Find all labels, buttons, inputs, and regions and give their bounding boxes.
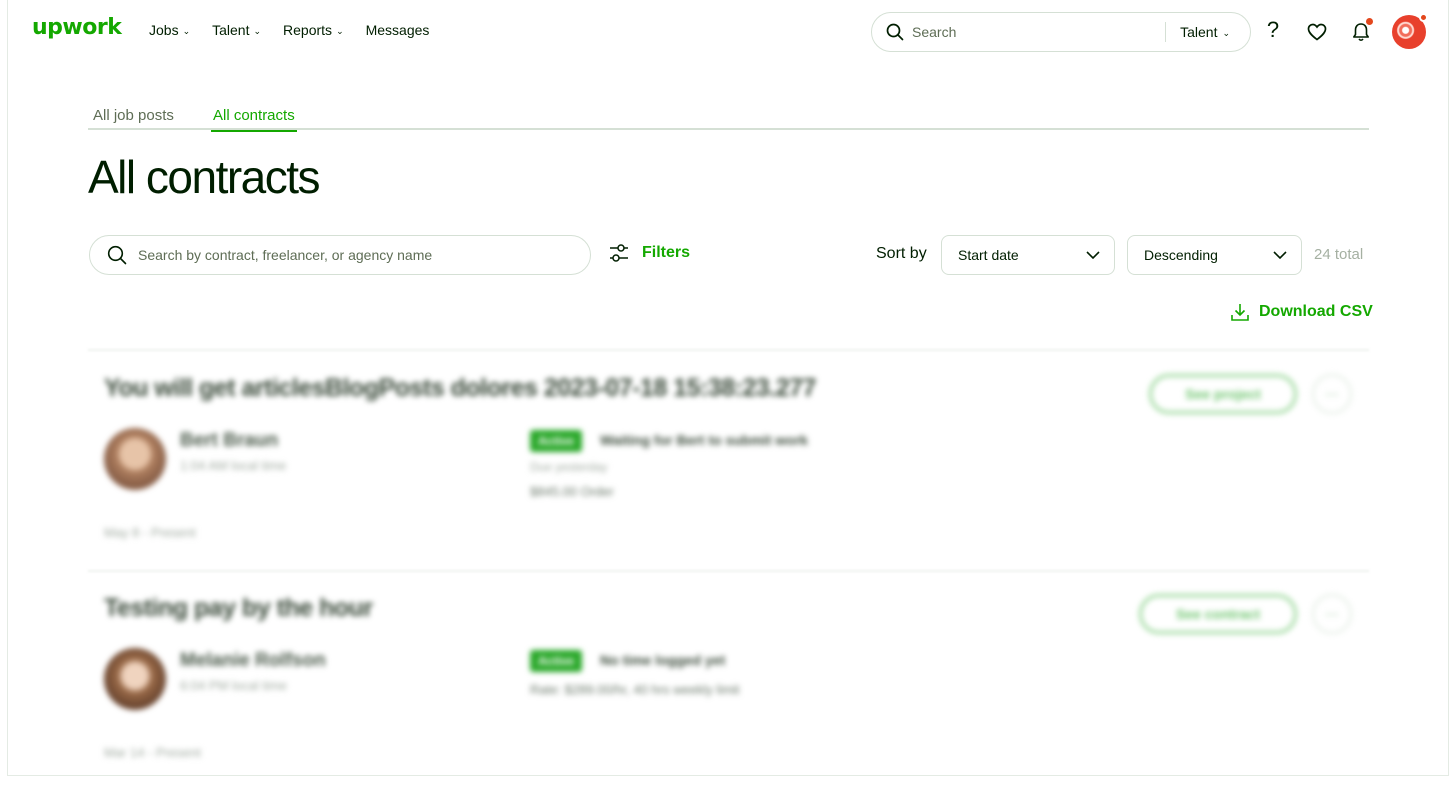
contract-status-text: Waiting for Bert to submit work xyxy=(600,432,808,448)
freelancer-local-time: 6:04 PM local time xyxy=(180,678,287,693)
contract-title[interactable]: Testing pay by the hour xyxy=(104,594,373,623)
notification-dot xyxy=(1366,18,1373,25)
chevron-down-icon: ⌄ xyxy=(1222,27,1230,38)
more-options-button[interactable]: ⋯ xyxy=(1312,594,1352,634)
contract-row: Testing pay by the hour Melanie Rolfson … xyxy=(88,570,1369,775)
freelancer-avatar xyxy=(104,648,166,710)
chevron-down-icon: ⌄ xyxy=(253,25,262,36)
nav-reports-label: Reports xyxy=(283,22,333,38)
chevron-down-icon: ⌄ xyxy=(336,25,344,36)
see-project-button[interactable]: See project xyxy=(1149,374,1297,414)
contract-amount: $845.00 Order xyxy=(530,484,614,499)
tab-all-job-posts[interactable]: All job posts xyxy=(93,107,174,124)
chevron-down-icon: ⌄ xyxy=(182,25,191,36)
heart-icon[interactable] xyxy=(1303,18,1331,46)
avatar[interactable] xyxy=(1392,13,1428,49)
contract-title[interactable]: You will get articlesBlogPosts dolores 2… xyxy=(104,374,816,403)
upwork-logo[interactable]: upwork xyxy=(32,15,122,40)
top-navigation: upwork Jobs ⌄ Talent ⌄ Reports ⌄ Messages S… xyxy=(8,0,1448,64)
freelancer-avatar xyxy=(104,428,166,490)
chevron-down-icon xyxy=(1273,251,1287,259)
chevron-down-icon xyxy=(1086,251,1100,259)
download-icon xyxy=(1231,304,1249,321)
nav-talent[interactable]: Talent ⌄ xyxy=(212,22,261,38)
download-csv-label: Download CSV xyxy=(1259,303,1373,320)
global-search[interactable]: Search Talent ⌄ xyxy=(871,12,1251,52)
search-icon xyxy=(886,23,904,41)
search-icon xyxy=(107,245,127,265)
sort-by-label: Sort by xyxy=(876,245,927,262)
tab-bar: All job posts All contracts xyxy=(88,102,1369,132)
contract-search-input[interactable] xyxy=(138,247,558,263)
nav-jobs-label: Jobs xyxy=(149,22,179,38)
nav-messages-label: Messages xyxy=(365,22,430,38)
total-count: 24 total xyxy=(1314,246,1364,263)
contract-dates: May 8 - Present xyxy=(104,525,196,540)
search-scope-dropdown[interactable]: Talent ⌄ xyxy=(1166,24,1250,40)
filters-icon xyxy=(610,244,628,262)
sort-field-value: Start date xyxy=(958,247,1019,263)
freelancer-name[interactable]: Melanie Rolfson xyxy=(180,650,326,672)
search-scope-label: Talent xyxy=(1180,24,1218,40)
nav-talent-label: Talent xyxy=(212,22,250,38)
sort-order-select[interactable]: Descending xyxy=(1127,235,1302,275)
sort-order-value: Descending xyxy=(1144,247,1218,263)
filters-button[interactable]: Filters xyxy=(608,242,690,264)
nav-jobs[interactable]: Jobs ⌄ xyxy=(149,22,190,38)
status-badge: Active xyxy=(530,430,583,452)
freelancer-name[interactable]: Bert Braun xyxy=(180,430,278,452)
status-badge: Active xyxy=(530,650,583,672)
contract-dates: Mar 14 - Present xyxy=(104,745,201,760)
download-csv-button[interactable]: Download CSV xyxy=(1230,302,1373,322)
filters-label: Filters xyxy=(642,244,691,261)
see-contract-button[interactable]: See contract xyxy=(1139,594,1297,634)
sort-field-select[interactable]: Start date xyxy=(941,235,1115,275)
nav-reports[interactable]: Reports ⌄ xyxy=(283,22,344,38)
tab-all-contracts[interactable]: All contracts xyxy=(211,107,297,132)
notification-dot xyxy=(1419,13,1428,22)
more-options-button[interactable]: ⋯ xyxy=(1312,374,1352,414)
app-window: upwork Jobs ⌄ Talent ⌄ Reports ⌄ Messages S… xyxy=(7,0,1449,776)
contract-search xyxy=(89,235,591,275)
nav-messages[interactable]: Messages xyxy=(366,22,430,38)
page-title: All contracts xyxy=(88,151,321,203)
contract-row: You will get articlesBlogPosts dolores 2… xyxy=(88,350,1369,570)
global-search-input[interactable]: Search xyxy=(912,24,1165,40)
help-icon[interactable]: ? xyxy=(1259,16,1287,44)
main-nav: Jobs ⌄ Talent ⌄ Reports ⌄ Messages xyxy=(149,22,429,38)
contract-rate: Rate: $289.00/hr, 40 hrs weekly limit xyxy=(530,682,740,697)
freelancer-local-time: 1:04 AM local time xyxy=(180,458,287,473)
contract-status-text: No time logged yet xyxy=(600,652,726,668)
bell-icon[interactable] xyxy=(1347,18,1375,46)
contract-due: Due yesterday xyxy=(530,460,608,474)
